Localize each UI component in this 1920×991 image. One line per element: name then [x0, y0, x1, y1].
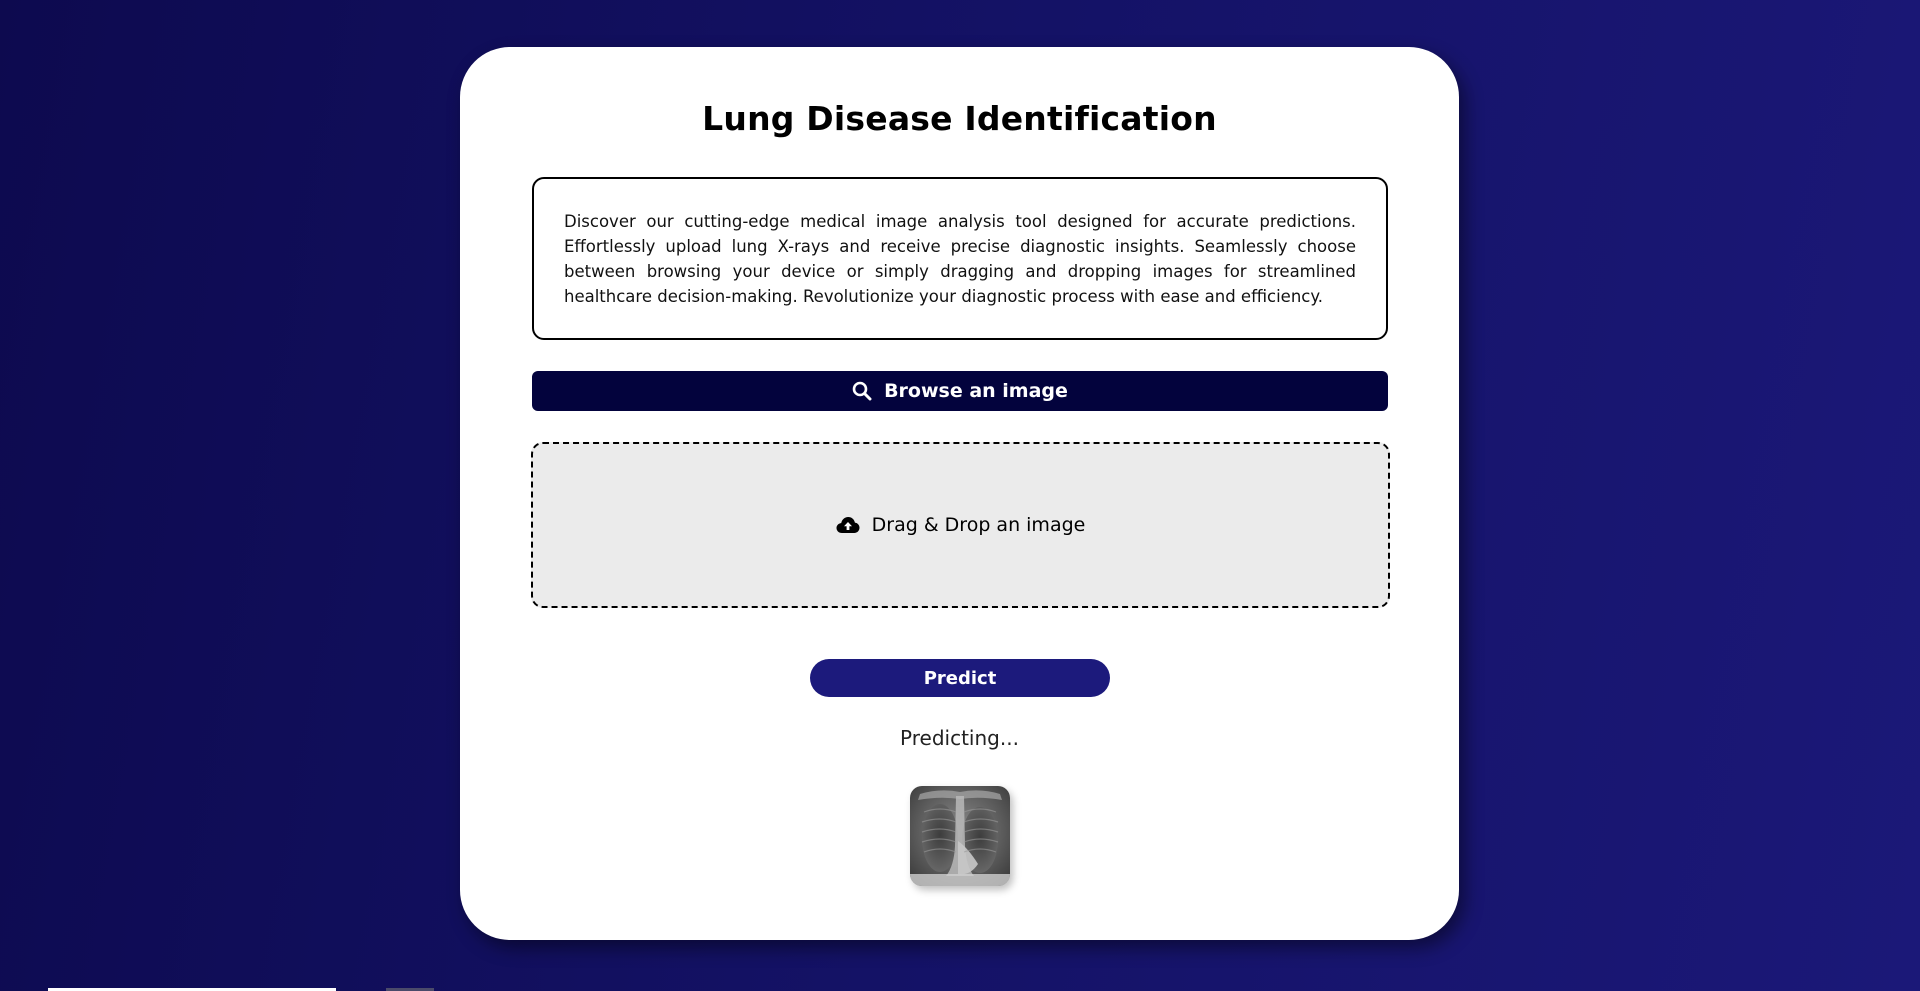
predict-button[interactable]: Predict [810, 659, 1110, 697]
description-text: Discover our cutting-edge medical image … [564, 212, 1356, 306]
page-title: Lung Disease Identification [702, 99, 1217, 138]
description-box: Discover our cutting-edge medical image … [532, 177, 1388, 340]
prediction-status: Predicting... [900, 726, 1019, 750]
cloud-upload-icon [836, 516, 860, 534]
browse-button-label: Browse an image [884, 380, 1068, 402]
chest-xray-thumbnail [910, 786, 1010, 886]
dropzone-label: Drag & Drop an image [871, 514, 1086, 536]
drag-drop-zone[interactable]: Drag & Drop an image [531, 442, 1390, 608]
search-icon [852, 381, 872, 401]
main-card: Lung Disease Identification Discover our… [460, 47, 1459, 940]
xray-preview-image [910, 786, 1010, 886]
browse-image-button[interactable]: Browse an image [532, 371, 1388, 411]
